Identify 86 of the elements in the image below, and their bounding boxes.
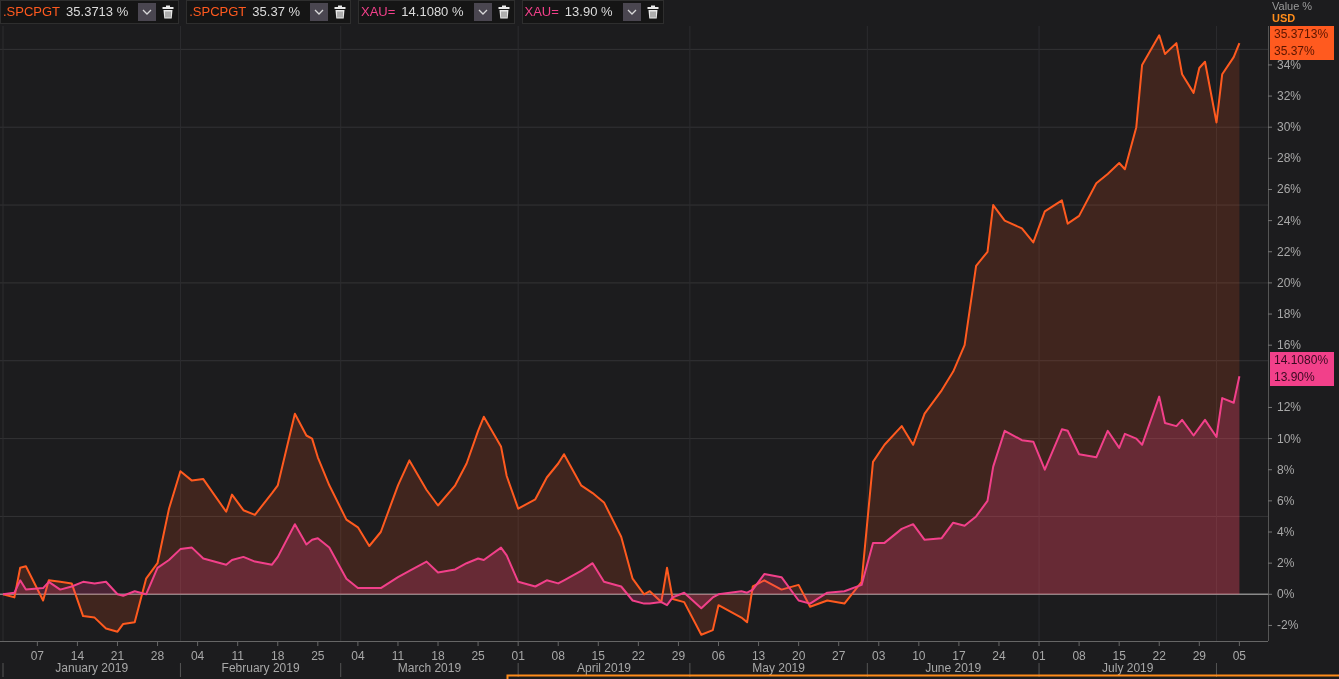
month-label: January 2019 — [55, 661, 129, 675]
chevron-down-icon — [477, 9, 488, 15]
series-value: 35.37 % — [252, 3, 301, 22]
series-value: 35.3713 % — [66, 3, 129, 22]
axis-tick-label: 08 — [1072, 649, 1086, 663]
axis-tick-label: 28% — [1277, 151, 1302, 166]
axis-tick-label: 27 — [832, 649, 846, 663]
axis-tick-label: 01 — [1032, 649, 1046, 663]
axis-tick-label: 25 — [311, 649, 325, 663]
currency-label: USD — [1272, 12, 1297, 24]
axis-tick-label: 04 — [351, 649, 365, 663]
axis-tick-label: 16% — [1277, 338, 1302, 353]
series-symbol: XAU= — [361, 3, 396, 22]
axis-tick-label: 30% — [1277, 120, 1302, 135]
series-symbol: XAU= — [524, 3, 559, 22]
month-label: July 2019 — [1102, 661, 1154, 675]
delete-button[interactable] — [334, 5, 347, 19]
axis-tick-label: 17 — [952, 649, 966, 663]
axis-tick-label: 28 — [150, 649, 165, 663]
axis-tick-label: 20% — [1277, 275, 1302, 290]
axis-tick-label: 04 — [190, 649, 205, 663]
month-label: June 2019 — [925, 661, 982, 675]
month-label: March 2019 — [397, 661, 462, 675]
trash-icon — [646, 5, 659, 19]
dropdown-button[interactable] — [138, 3, 157, 21]
axis-tick-label: 26% — [1277, 182, 1302, 197]
axis-tick-label: 08 — [551, 649, 565, 663]
axis-tick-label: 18% — [1277, 307, 1302, 322]
axis-tick-label: 14 — [70, 649, 85, 663]
series-symbol: .SPCPGT — [3, 3, 61, 22]
axis-tick-label: 22% — [1277, 244, 1302, 259]
axis-tick-label: 34% — [1277, 57, 1302, 72]
axis-title: Value % — [1272, 0, 1314, 12]
trash-icon — [497, 5, 510, 19]
dropdown-button[interactable] — [310, 3, 329, 21]
axis-tick-label: 10 — [912, 649, 926, 663]
axis-tick-label: 07 — [30, 649, 44, 663]
axis-tick-label: 18 — [271, 649, 285, 663]
dropdown-button[interactable] — [622, 3, 641, 21]
axis-tick-label: 8% — [1277, 462, 1295, 477]
axis-tick-label: 18 — [431, 649, 445, 663]
chevron-down-icon — [626, 9, 637, 15]
last-value-tag: 35.3713% — [1270, 26, 1334, 43]
axis-tick-label: 29 — [671, 649, 686, 663]
axis-tick-label: 24% — [1277, 213, 1302, 228]
month-label: April 2019 — [577, 661, 632, 675]
axis-tick-label: 24 — [992, 649, 1006, 663]
axis-tick-label: 01 — [511, 649, 525, 663]
chevron-down-icon — [314, 9, 325, 15]
dropdown-button[interactable] — [473, 3, 492, 21]
last-value-tag: 14.1080% — [1270, 352, 1334, 370]
axis-tick-label: 11 — [231, 649, 244, 663]
axis-tick-label: 03 — [872, 649, 886, 663]
series-value: 14.1080 % — [401, 3, 464, 22]
axis-tick-label: 21 — [110, 649, 125, 663]
delete-button[interactable] — [497, 5, 510, 19]
month-label: May 2019 — [752, 661, 805, 675]
axis-tick-label: 15 — [1112, 649, 1126, 663]
axis-tick-label: 22 — [1152, 649, 1166, 663]
series-value: 13.90 % — [564, 3, 613, 22]
delete-button[interactable] — [162, 5, 175, 19]
axis-tick-label: 2% — [1277, 556, 1295, 571]
axis-tick-label: 13 — [751, 649, 766, 663]
axis-tick-label: 11 — [391, 649, 405, 663]
axis-tick-label: 25 — [471, 649, 485, 663]
axis-tick-label: 06 — [711, 649, 726, 663]
axis-tick-label: 4% — [1277, 525, 1295, 539]
axis-tick-label: 0% — [1277, 587, 1295, 602]
axis-tick-label: 20 — [791, 649, 806, 663]
delete-button[interactable] — [646, 5, 659, 19]
axis-tick-label: 12% — [1277, 400, 1302, 415]
trash-icon — [162, 5, 175, 19]
series-symbol: .SPCPGT — [189, 3, 247, 22]
axis-tick-label: 32% — [1277, 89, 1302, 104]
axis-tick-label: 6% — [1277, 493, 1295, 508]
axis-tick-label: 29 — [1192, 649, 1206, 663]
axis-tick-label: 22 — [631, 649, 646, 663]
axis-tick-label: 10% — [1277, 431, 1302, 446]
last-value-tag: 13.90% — [1270, 369, 1334, 387]
month-label: February 2019 — [221, 661, 300, 675]
trash-icon — [334, 5, 347, 19]
last-value-tag: 35.37% — [1270, 43, 1334, 60]
axis-tick-label: -2% — [1277, 618, 1299, 633]
chevron-down-icon — [142, 9, 153, 15]
axis-tick-label: 05 — [1232, 649, 1247, 663]
axis-tick-label: 15 — [591, 649, 605, 663]
